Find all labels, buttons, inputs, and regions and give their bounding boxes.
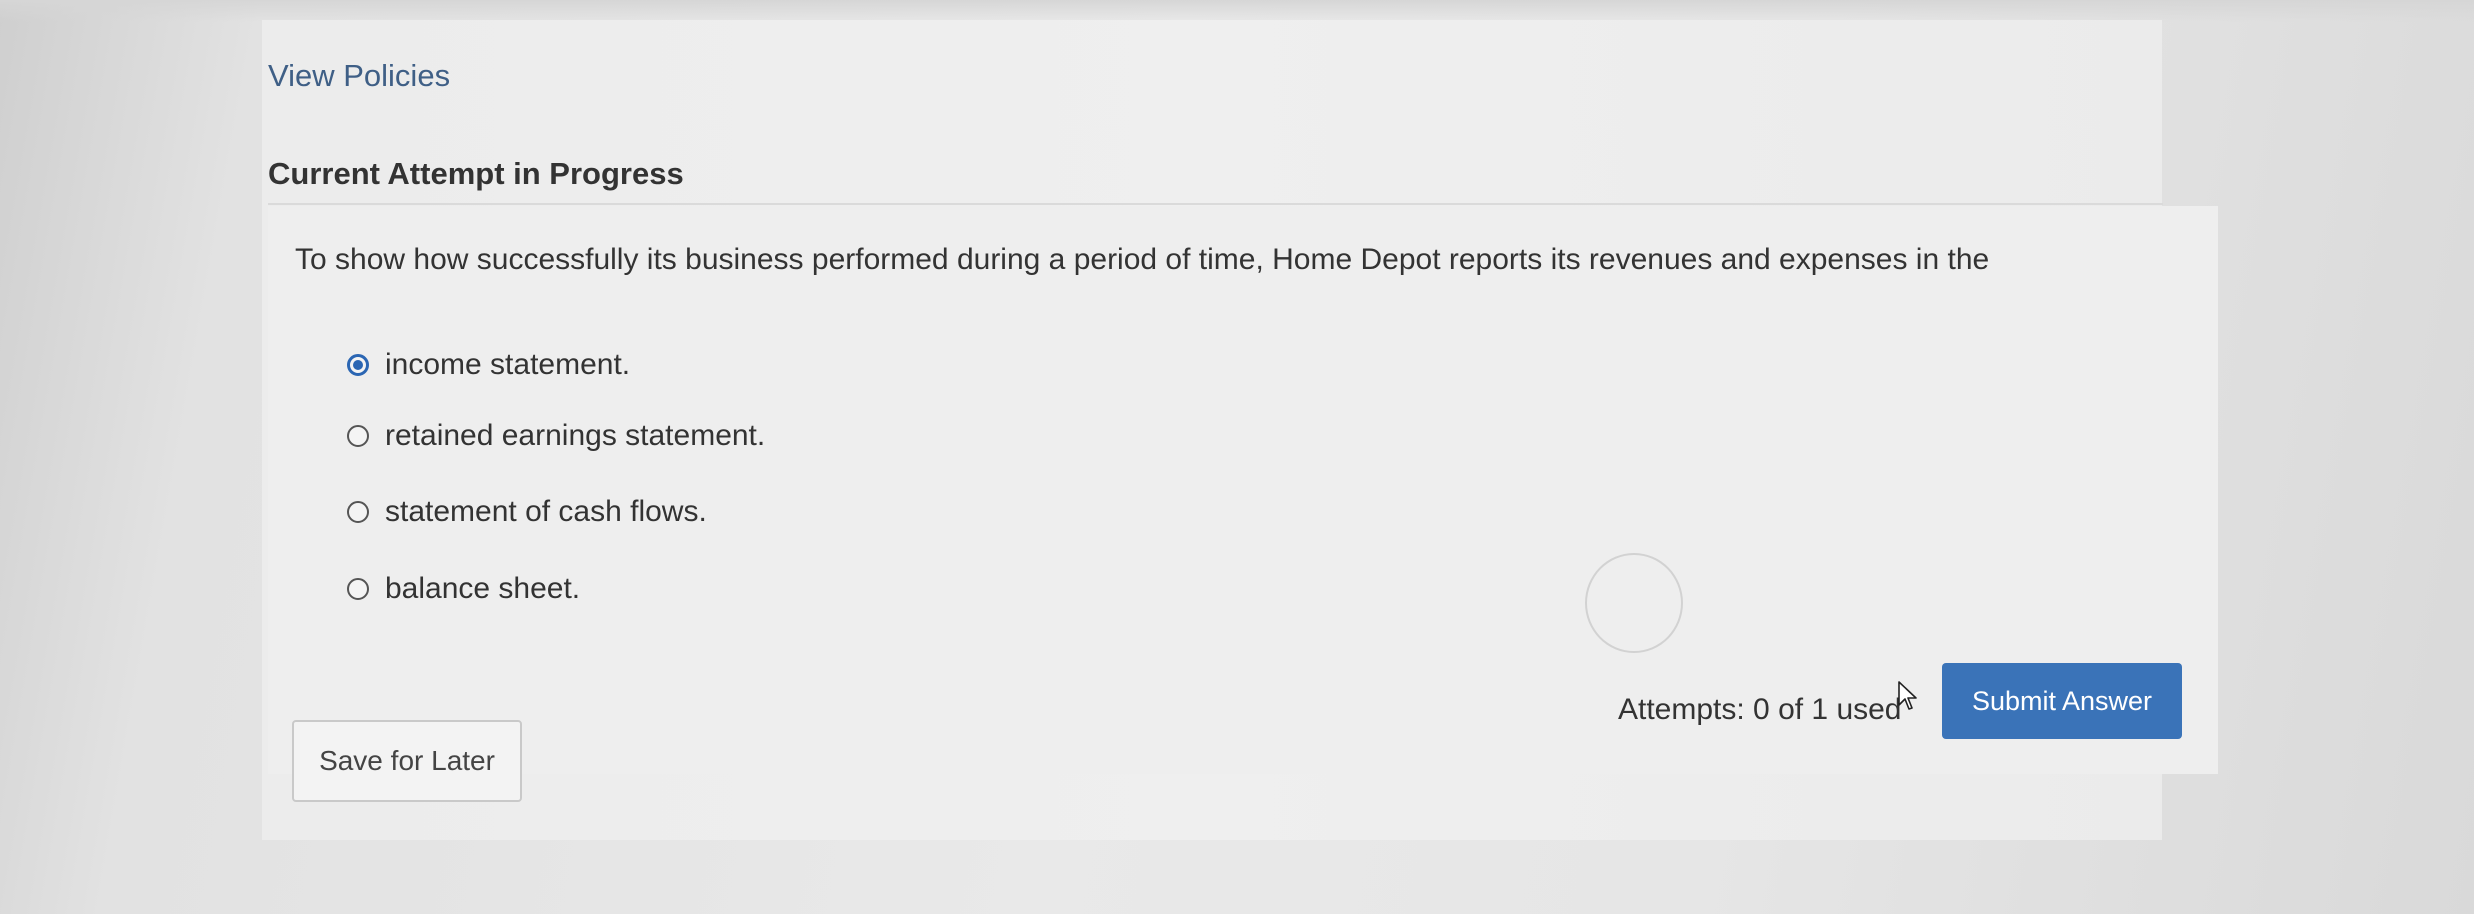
top-edge xyxy=(0,0,2474,22)
attempt-heading: Current Attempt in Progress xyxy=(268,156,684,191)
divider xyxy=(268,203,2163,205)
radio-icon[interactable] xyxy=(347,578,369,600)
answer-option-retained-earnings[interactable]: retained earnings statement. xyxy=(347,419,765,453)
save-for-later-button[interactable]: Save for Later xyxy=(292,720,522,802)
attempts-counter: Attempts: 0 of 1 used xyxy=(1618,693,1902,726)
mouse-cursor-icon xyxy=(1898,681,1917,710)
answer-option-income-statement[interactable]: income statement. xyxy=(347,348,630,382)
view-policies-link[interactable]: View Policies xyxy=(268,58,450,94)
radio-selected-icon[interactable] xyxy=(347,354,369,376)
answer-option-cash-flows[interactable]: statement of cash flows. xyxy=(347,495,707,529)
option-label: retained earnings statement. xyxy=(385,419,766,452)
question-text: To show how successfully its business pe… xyxy=(295,243,1990,276)
option-label: balance sheet. xyxy=(385,572,581,605)
radio-icon[interactable] xyxy=(347,425,369,447)
question-box xyxy=(268,206,2218,774)
option-label: income statement. xyxy=(385,348,631,381)
radio-icon[interactable] xyxy=(347,501,369,523)
answer-option-balance-sheet[interactable]: balance sheet. xyxy=(347,572,580,606)
submit-answer-button[interactable]: Submit Answer xyxy=(1942,663,2182,739)
circle-smudge xyxy=(1585,553,1683,653)
option-label: statement of cash flows. xyxy=(385,495,707,528)
